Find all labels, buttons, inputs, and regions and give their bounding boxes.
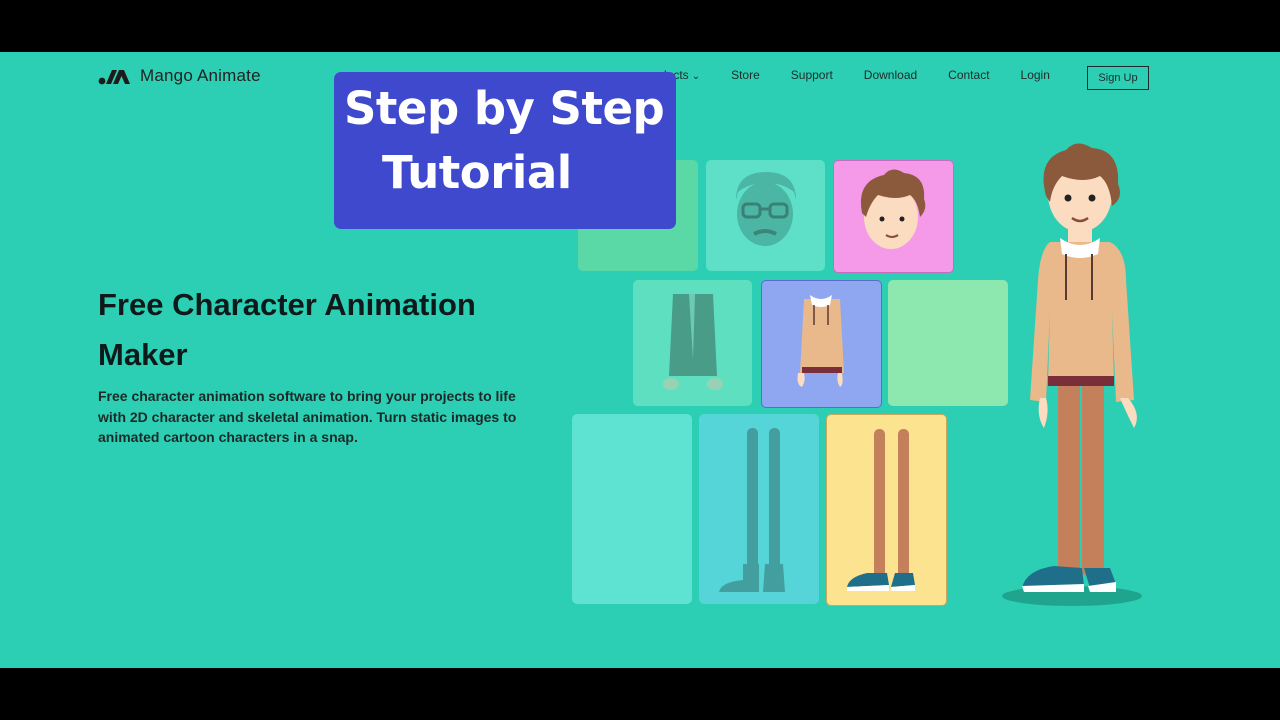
character-figure-illustration [1002,143,1142,606]
tile-head-brown-hair [833,160,954,273]
nav-item-contact[interactable]: Contact [948,68,989,82]
brand-logo[interactable]: Mango Animate [98,66,261,86]
nav-item-store[interactable]: Store [731,68,760,82]
tile-torso-hoodie [761,280,882,408]
overlay-title-line2: Tutorial [382,146,572,199]
nav-item-login[interactable]: Login [1021,68,1050,82]
tile-legs-pants [826,414,947,606]
page-title: Free Character Animation Maker [98,287,476,372]
tile-head-glasses [706,160,825,271]
nav-item-download[interactable]: Download [864,68,917,82]
hero-description: Free character animation software to bri… [98,388,517,445]
tutorial-overlay-banner: Step by Step Tutorial [334,72,676,229]
boots-legs-illustration [719,428,785,592]
nav-item-support[interactable]: Support [791,68,833,82]
hoodie-torso-illustration [797,295,844,387]
main-nav: ducts⌄ Store Support Download Contact Lo… [660,68,1081,82]
pants-legs-illustration [847,429,915,591]
tile-legs-boots [699,414,819,604]
page: Mango Animate ducts⌄ Store Support Downl… [0,52,1280,668]
signup-button[interactable]: Sign Up [1087,66,1149,90]
tile-blank-light-green [888,280,1008,406]
chevron-down-icon: ⌄ [691,71,701,82]
overlay-title-line1: Step by Step [344,82,665,135]
boy-head-illustration [860,169,926,249]
mango-logo-icon [98,70,130,85]
tile-torso-suit [633,280,752,406]
letterbox-bottom [0,668,1280,720]
suit-torso-illustration [663,294,723,390]
glasses-head-illustration [736,172,796,246]
tile-blank-cyan [572,414,692,604]
letterbox-top [0,0,1280,52]
brand-name: Mango Animate [140,66,261,85]
